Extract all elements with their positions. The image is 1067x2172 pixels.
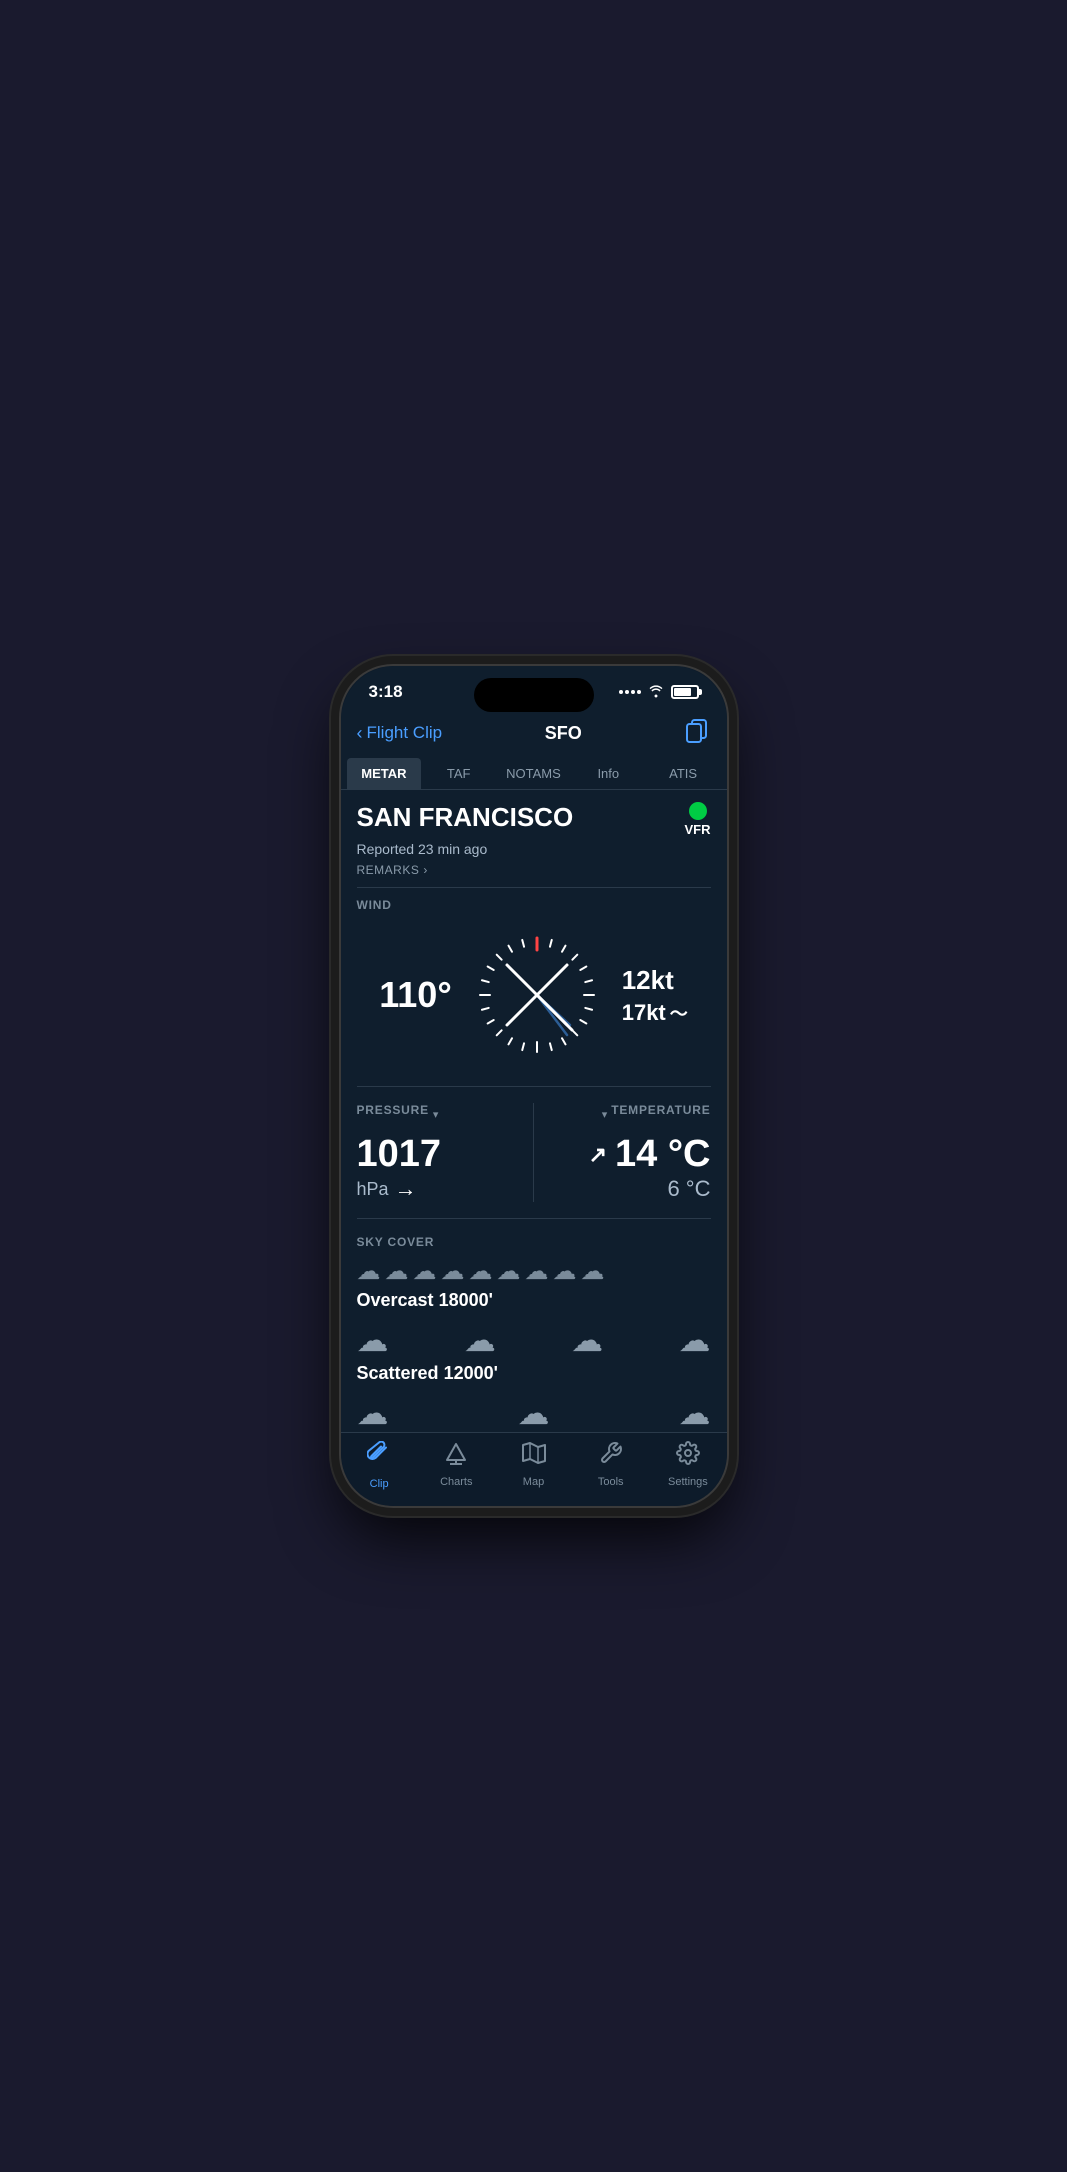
cloud-icon: ☁ [413,1257,437,1286]
tab-atis[interactable]: ATIS [646,758,721,789]
remarks-link[interactable]: REMARKS › [357,863,711,888]
bottom-tab-tools[interactable]: Tools [572,1441,649,1490]
temp-value: ↗ 14 °C [550,1133,711,1176]
battery-icon [671,685,699,699]
cloud-icon: ☁ [357,1394,389,1432]
reported-time: Reported 23 min ago [357,841,711,857]
pressure-temp-row: PRESSURE ▾ 1017 hPa → ▾ TEMPERATURE [357,1103,711,1219]
map-tab-label: Map [523,1476,544,1488]
settings-tab-label: Settings [668,1476,708,1488]
temp-col: ▾ TEMPERATURE ↗ 14 °C 6 °C [534,1103,711,1202]
tab-taf[interactable]: TAF [421,758,496,789]
dynamic-island [474,678,594,712]
cloud-icon: ☁ [464,1321,496,1359]
signal-icon [619,690,641,694]
scattered-cloud-row: ☁ ☁ ☁ ☁ [357,1321,711,1359]
cloud-icon: ☁ [357,1321,389,1359]
copy-button[interactable] [684,716,710,750]
cloud-icon: ☁ [525,1257,549,1286]
settings-icon [676,1441,700,1472]
tab-bar: METAR TAF NOTAMS Info ATIS [341,758,727,790]
airport-name: SAN FRANCISCO [357,802,574,833]
clip-tab-label: Clip [370,1478,389,1490]
gust-symbol: 〜 [670,1000,688,1026]
back-chevron-icon: ‹ [357,723,363,744]
bottom-tab-map[interactable]: Map [495,1441,572,1490]
tab-notams[interactable]: NOTAMS [496,758,571,789]
cloud-icon: ☁ [678,1321,710,1359]
cloud-icon: ☁ [357,1257,381,1286]
cloud-icon: ☁ [518,1394,550,1432]
pressure-unit: hPa → [357,1176,518,1202]
pressure-trend-icon: → [395,1176,417,1202]
scattered-label: Scattered 12000' [357,1363,711,1384]
sky-cover-label: SKY COVER [357,1235,711,1249]
pressure-chevron-icon: ▾ [433,1108,439,1121]
charts-icon [444,1441,468,1472]
status-time: 3:18 [369,682,403,702]
cloud-icon: ☁ [469,1257,493,1286]
remarks-chevron-icon: › [423,863,428,877]
temp-chevron-icon: ▾ [602,1108,608,1121]
wind-section: WIND 110° [357,898,711,1087]
map-icon [522,1441,546,1472]
overcast-cloud-row: ☁ ☁ ☁ ☁ ☁ ☁ ☁ ☁ ☁ [357,1257,711,1286]
bottom-tab-settings[interactable]: Settings [649,1441,726,1490]
back-label: Flight Clip [367,723,443,743]
cloud-icon: ☁ [571,1321,603,1359]
cloud-icon: ☁ [385,1257,409,1286]
cloud-icon: ☁ [441,1257,465,1286]
bottom-tab-charts[interactable]: Charts [418,1441,495,1490]
cloud-icon: ☁ [679,1394,711,1432]
compass [472,930,602,1060]
wind-gust-value: 17kt 〜 [622,1000,688,1026]
airport-header: SAN FRANCISCO VFR [357,802,711,837]
wifi-icon [647,684,665,701]
remarks-label: REMARKS [357,863,420,877]
vfr-badge: VFR [685,802,711,837]
nav-title: SFO [545,723,582,744]
pressure-col: PRESSURE ▾ 1017 hPa → [357,1103,535,1202]
wind-display: 110° [357,920,711,1070]
wind-label: WIND [357,898,711,912]
vfr-dot [689,802,707,820]
phone-frame: 3:18 ‹ [339,664,729,1508]
bottom-tab-clip[interactable]: Clip [341,1441,418,1490]
temp-label: TEMPERATURE [611,1103,710,1117]
temp-trend-icon: ↗ [589,1142,607,1168]
tools-tab-label: Tools [598,1476,624,1488]
tab-metar[interactable]: METAR [347,758,422,789]
bottom-tab-bar: Clip Charts [341,1432,727,1506]
status-icons [619,684,699,701]
clip-icon [367,1441,391,1474]
cloud-icon: ☁ [553,1257,577,1286]
wind-direction: 110° [379,974,451,1016]
wind-speed: 12kt 17kt 〜 [622,965,688,1026]
back-button[interactable]: ‹ Flight Clip [357,723,443,744]
wind-speed-value: 12kt [622,965,674,996]
pressure-label: PRESSURE [357,1103,429,1117]
dew-point: 6 °C [550,1176,711,1202]
cloud-icon: ☁ [497,1257,521,1286]
charts-tab-label: Charts [440,1476,472,1488]
main-content: SAN FRANCISCO VFR Reported 23 min ago RE… [341,790,727,1432]
screen: 3:18 ‹ [341,666,727,1506]
pressure-value: 1017 [357,1133,518,1176]
cloud-icon: ☁ [581,1257,605,1286]
few-cloud-row: ☁ ☁ ☁ [357,1394,711,1432]
tools-icon [599,1441,623,1472]
overcast-label: Overcast 18000' [357,1290,711,1311]
vfr-label: VFR [685,822,711,837]
sky-cover-section: SKY COVER ☁ ☁ ☁ ☁ ☁ ☁ ☁ ☁ ☁ Overcast 180… [357,1235,711,1432]
nav-header: ‹ Flight Clip SFO [341,710,727,758]
tab-info[interactable]: Info [571,758,646,789]
